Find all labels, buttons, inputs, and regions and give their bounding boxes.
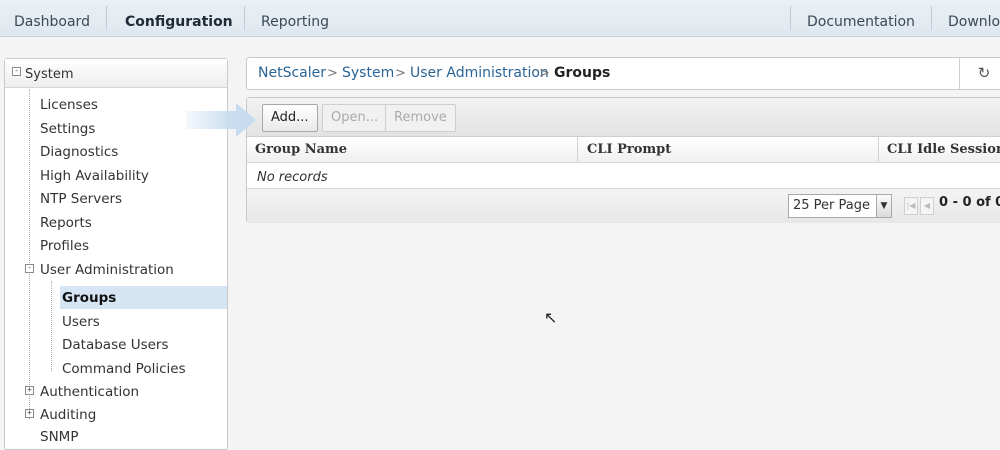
tree-item-snmp[interactable]: SNMP — [40, 429, 78, 445]
open-button[interactable]: Open... — [322, 104, 388, 132]
tree-item-groups[interactable]: Groups — [62, 290, 116, 306]
top-navigation: Dashboard Configuration Reporting Docume… — [0, 0, 1000, 37]
collapse-icon[interactable]: - — [25, 264, 34, 273]
per-page-select[interactable]: 25 Per Page ▼ — [788, 194, 892, 218]
tree-item-diagnostics[interactable]: Diagnostics — [40, 144, 118, 160]
tree-item-settings[interactable]: Settings — [40, 121, 95, 137]
tab-downloads[interactable]: Downlo — [948, 0, 1000, 36]
pagination-range: 0 - 0 of 0 — [939, 195, 1000, 210]
tree-item-user-administration[interactable]: User Administration — [40, 262, 174, 278]
chevron-down-icon[interactable]: ▼ — [876, 195, 891, 217]
tree-item-database-users[interactable]: Database Users — [62, 337, 169, 353]
tree-item-command-policies[interactable]: Command Policies — [62, 361, 186, 377]
highlight-arrow-head — [236, 103, 256, 137]
tab-divider — [106, 6, 107, 30]
column-header-cli-idle-session-timeout[interactable]: CLI Idle Session Ti — [887, 142, 1000, 157]
breadcrumb-system[interactable]: System — [342, 65, 394, 81]
tab-reporting[interactable]: Reporting — [261, 0, 329, 36]
tab-dashboard[interactable]: Dashboard — [14, 0, 90, 36]
tree-line — [29, 89, 30, 419]
breadcrumb-user-administration[interactable]: User Administration — [410, 65, 549, 81]
expand-icon[interactable]: + — [25, 409, 34, 418]
mouse-cursor-icon: ↖ — [544, 308, 558, 327]
tree-item-ntp-servers[interactable]: NTP Servers — [40, 191, 122, 207]
column-divider[interactable] — [878, 137, 879, 162]
collapse-icon[interactable]: - — [12, 67, 21, 76]
table-header: Group Name CLI Prompt CLI Idle Session T… — [247, 137, 1000, 163]
breadcrumb-separator: > — [327, 66, 338, 81]
add-button[interactable]: Add... — [262, 104, 318, 132]
expand-icon[interactable]: + — [25, 386, 34, 395]
tab-divider — [244, 6, 245, 30]
tree-item-auditing[interactable]: Auditing — [40, 407, 96, 423]
toolbar: Add... Open... Remove — [247, 98, 1000, 137]
refresh-icon[interactable]: ↻ — [959, 58, 1000, 89]
tree-root-system[interactable]: - System — [5, 59, 227, 88]
tree-line — [51, 281, 52, 371]
remove-button[interactable]: Remove — [385, 104, 456, 132]
tab-divider — [931, 6, 932, 30]
tab-configuration[interactable]: Configuration — [125, 0, 233, 36]
tree-item-reports[interactable]: Reports — [40, 215, 92, 231]
first-page-icon[interactable]: |◀ — [904, 197, 918, 215]
breadcrumb-groups: Groups — [554, 65, 611, 81]
empty-table-message: No records — [257, 170, 328, 185]
table-footer: 25 Per Page ▼ |◀ ◀ 0 - 0 of 0 — [247, 188, 1000, 223]
breadcrumb-netscaler[interactable]: NetScaler — [258, 65, 326, 81]
breadcrumb-separator: > — [395, 66, 406, 81]
tree-item-profiles[interactable]: Profiles — [40, 238, 89, 254]
breadcrumb-separator: > — [539, 66, 550, 81]
per-page-value: 25 Per Page — [793, 198, 870, 213]
column-header-cli-prompt[interactable]: CLI Prompt — [587, 142, 671, 157]
breadcrumb: NetScaler > System > User Administration… — [246, 57, 1000, 90]
highlight-arrow — [186, 111, 236, 129]
tab-documentation[interactable]: Documentation — [807, 0, 915, 36]
column-header-group-name[interactable]: Group Name — [255, 142, 347, 157]
tree-item-authentication[interactable]: Authentication — [40, 384, 139, 400]
previous-page-icon[interactable]: ◀ — [920, 197, 934, 215]
tab-divider — [790, 6, 791, 30]
tree-item-high-availability[interactable]: High Availability — [40, 168, 149, 184]
groups-panel: Add... Open... Remove Group Name CLI Pro… — [246, 97, 1000, 223]
tree-item-licenses[interactable]: Licenses — [40, 97, 98, 113]
tree-root-label: System — [25, 67, 74, 82]
column-divider[interactable] — [577, 137, 578, 162]
tree-item-users[interactable]: Users — [62, 314, 100, 330]
